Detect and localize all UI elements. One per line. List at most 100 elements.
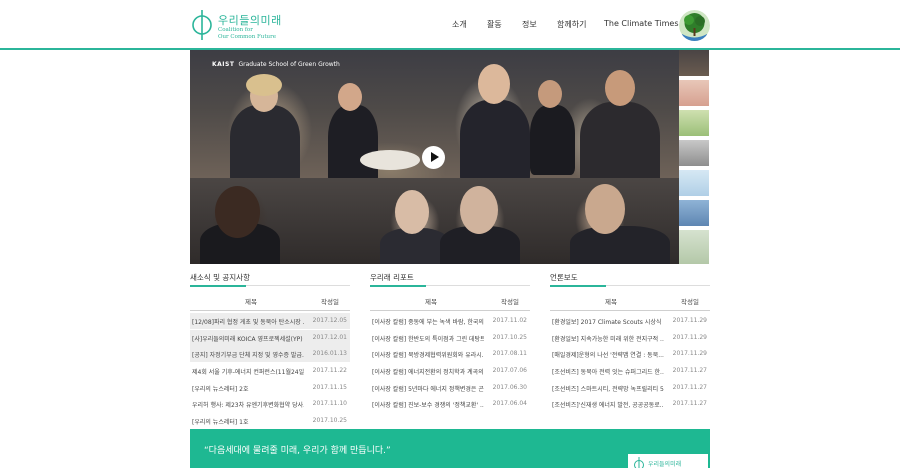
list-item-title[interactable]: 우리허 행사: 제23차 유엔기후변화협약 당사... xyxy=(192,400,304,409)
list-item-title[interactable]: [공지] 자정기부금 단체 지정 및 영수증 발급... xyxy=(192,350,304,359)
list-item-title[interactable]: [이사장 칼럼] 5년마다 에너지 정책변경은 곤... xyxy=(372,384,484,393)
banner-logo[interactable]: 우리들의미래 xyxy=(628,454,708,468)
hero-thumbnail[interactable] xyxy=(679,200,709,228)
column-header-divider xyxy=(550,310,710,311)
hero-person xyxy=(570,226,670,264)
logo-name-en-line1: Coalition for xyxy=(218,27,253,33)
list-item-date: 2017.11.02 xyxy=(492,317,527,324)
hero-thumbnail[interactable] xyxy=(679,110,709,138)
column-title[interactable]: 새소식 및 공지사항 xyxy=(190,272,350,284)
column-title[interactable]: 언론보도 xyxy=(550,272,710,284)
nav-item-info[interactable]: 정보 xyxy=(522,19,537,30)
column-title-accent xyxy=(190,285,246,287)
hero-caption-text: Graduate School of Green Growth xyxy=(238,61,340,68)
hero-thumbnail[interactable] xyxy=(679,170,709,198)
list-item-title[interactable]: [매일경제]운형의 나선 '전략맵 연결 : 동북... xyxy=(552,350,664,359)
list-item-date: 2017.11.15 xyxy=(312,383,347,391)
list-item-title[interactable]: [이사장 칼럼] 한반도의 특이점과 그린 데탕트 ... xyxy=(372,334,484,343)
banner-logo-text: 우리들의미래 xyxy=(648,461,682,468)
list-item[interactable]: [이사장 칼럼] 5년마다 에너지 정책변경은 곤... 2017.06.30 xyxy=(370,380,530,396)
site-logo[interactable]: 우리들의미래 Coalition for Our Common Future xyxy=(190,9,281,43)
hero-thumbnail[interactable] xyxy=(679,50,709,78)
list-item-title[interactable]: [조선비즈] 동북아 전력 잇는 슈퍼그리드 한... xyxy=(552,367,664,376)
list-item-title[interactable]: [우리의 뉴스레터] 2호 xyxy=(192,384,304,393)
list-item[interactable]: [매일경제]운형의 나선 '전략맵 연결 : 동북... 2017.11.29 xyxy=(550,346,710,362)
nav-item-activities[interactable]: 활동 xyxy=(487,19,502,30)
hero-person-head xyxy=(538,80,562,108)
list-item-date: 2017.12.05 xyxy=(312,317,347,324)
list-item[interactable]: [조선비즈] 동북아 전력 잇는 슈퍼그리드 한... 2017.11.27 xyxy=(550,363,710,379)
hero-person-head xyxy=(478,64,510,104)
list-item[interactable]: [12/08]파리 협정 게초 및 동북아 탄소시장 ... 2017.12.05 xyxy=(190,313,350,329)
list-item[interactable]: [우리의 뉴스레터] 1호 2017.10.25 xyxy=(190,413,350,429)
column-title-accent xyxy=(550,285,606,287)
list-item[interactable]: [이사장 칼럼] 중동에 부는 녹색 바람, 한국의 ... 2017.11.02 xyxy=(370,313,530,329)
list-item[interactable]: [환경일보] 2017 Climate Scouts 시상식 2017.11.29 xyxy=(550,313,710,329)
list-item[interactable]: [사]우리들의미래 KOICA 영프로젝세설(YP) ... 2017.12.01 xyxy=(190,329,350,346)
slogan-banner: “다음세대에 물려줄 미래, 우리가 함께 만듭니다.” 우리들의미래 xyxy=(190,429,710,468)
list-item-title[interactable]: [우리의 뉴스레터] 1호 xyxy=(192,417,304,426)
list-item[interactable]: [조선비즈]'신재생 에너지 발전, 공공공동로... 2017.11.27 xyxy=(550,396,710,412)
list-item[interactable]: [공지] 자정기부금 단체 지정 및 영수증 발급... 2016.01.13 xyxy=(190,346,350,363)
list-item-date: 2017.11.27 xyxy=(672,367,707,375)
list-item[interactable]: [조선비즈] 스마트시티, 전략망 녹프릴리티 5... 2017.11.27 xyxy=(550,380,710,396)
list-item[interactable]: [이사장 칼럼] 진보-보수 경쟁의 '정책교환' ... 2017.06.04 xyxy=(370,396,530,412)
column-header-title: 제목 xyxy=(425,298,437,306)
list-item-title[interactable]: [조선비즈] 스마트시티, 전략망 녹프릴리티 5... xyxy=(552,384,664,393)
earth-tree-icon[interactable] xyxy=(679,10,710,41)
list-item-date: 2017.10.25 xyxy=(492,333,527,341)
hero-person-head xyxy=(395,190,429,234)
hero-video[interactable]: KAIST Graduate School of Green Growth xyxy=(190,50,679,264)
list-item-date: 2017.08.11 xyxy=(492,350,527,358)
list-item-date: 2017.07.06 xyxy=(492,367,527,375)
nav-item-climate-times[interactable]: The Climate Times xyxy=(604,19,679,28)
column-header-divider xyxy=(370,310,530,311)
list-item-date: 2017.12.01 xyxy=(312,333,347,341)
list-item-title[interactable]: [조선비즈]'신재생 에너지 발전, 공공공동로... xyxy=(552,400,664,409)
list-item[interactable]: [환경일보] 지속가능한 미래 위한 전지구적 ... 2017.11.29 xyxy=(550,330,710,346)
hero-person-head xyxy=(215,186,260,238)
list-item[interactable]: [우리의 뉴스레터] 2호 2017.11.15 xyxy=(190,380,350,396)
column-header: 제목 작성일 xyxy=(370,296,530,310)
list-item-title[interactable]: [이사장 칼럼] 에너지전환의 정치학과 계곡의... xyxy=(372,367,484,376)
list-item-title[interactable]: [이사장 칼럼] 진보-보수 경쟁의 '정책교환' ... xyxy=(372,400,484,409)
play-icon xyxy=(431,152,439,162)
play-button[interactable] xyxy=(422,146,445,169)
list-item-title[interactable]: [이사장 칼럼] 북방경제협력위원회와 유라시... xyxy=(372,350,484,359)
list-item[interactable]: [이사장 칼럼] 북방경제협력위원회와 유라시... 2017.08.11 xyxy=(370,346,530,362)
column-reports: 우리래 리포트제목 작성일 [이사장 칼럼] 중동에 부는 녹색 바람, 한국의 .… xyxy=(370,272,530,409)
banner-slogan: “다음세대에 물려줄 미래, 우리가 함께 만듭니다.” xyxy=(204,446,391,456)
list-item-title[interactable]: [12/08]파리 협정 게초 및 동북아 탄소시장 ... xyxy=(192,317,304,326)
list-item-title[interactable]: [이사장 칼럼] 중동에 부는 녹색 바람, 한국의 ... xyxy=(372,317,484,326)
column-header: 제목 작성일 xyxy=(190,296,350,310)
hero-thumbnail-strip xyxy=(679,50,709,264)
hero-thumbnail[interactable] xyxy=(679,80,709,108)
list-item-date: 2017.11.27 xyxy=(672,400,707,408)
hero-thumbnail[interactable] xyxy=(679,140,709,168)
list-item-title[interactable]: [사]우리들의미래 KOICA 영프로젝세설(YP) ... xyxy=(192,334,304,343)
hero-person-head xyxy=(605,70,635,106)
list-item[interactable]: 제4회 서울 기후-에너지 컨퍼런스(11월24일) ... 2017.11.22 xyxy=(190,363,350,379)
hero-person xyxy=(230,105,300,185)
column-title[interactable]: 우리래 리포트 xyxy=(370,272,530,284)
hero-person-hair xyxy=(246,74,282,96)
hero-person xyxy=(460,100,530,185)
column-press: 언론보도 제목 작성일 [환경일보] 2017 Climate Scouts 시상식 2… xyxy=(550,272,710,409)
site-header: 우리들의미래 Coalition for Our Common Future 소… xyxy=(0,0,900,50)
list-item-title[interactable]: [환경일보] 2017 Climate Scouts 시상식 xyxy=(552,317,664,326)
nav-item-about[interactable]: 소개 xyxy=(452,19,467,30)
list-item-date: 2016.01.13 xyxy=(312,350,347,358)
list-item[interactable]: [이사장 칼럼] 한반도의 특이점과 그린 데탕트 ... 2017.10.25 xyxy=(370,330,530,346)
list-item[interactable]: [이사장 칼럼] 에너지전환의 정치학과 계곡의... 2017.07.06 xyxy=(370,363,530,379)
column-header-divider xyxy=(190,310,350,311)
list-item[interactable]: 우리허 행사: 제23차 유엔기후변화협약 당사... 2017.11.10 xyxy=(190,396,350,412)
list-item-title[interactable]: 제4회 서울 기후-에너지 컨퍼런스(11월24일) ... xyxy=(192,367,304,376)
list-item-date: 2017.06.04 xyxy=(492,400,527,408)
hero-photo-bottom xyxy=(190,178,679,264)
hero-thumbnail[interactable] xyxy=(679,230,709,264)
column-rows: [12/08]파리 협정 게초 및 동북아 탄소시장 ... 2017.12.05… xyxy=(190,313,350,430)
list-item-title[interactable]: [환경일보] 지속가능한 미래 위한 전지구적 ... xyxy=(552,334,664,343)
list-item-date: 2017.06.30 xyxy=(492,383,527,391)
list-item-date: 2017.10.25 xyxy=(312,417,347,425)
nav-item-join[interactable]: 함께하기 xyxy=(557,19,586,30)
